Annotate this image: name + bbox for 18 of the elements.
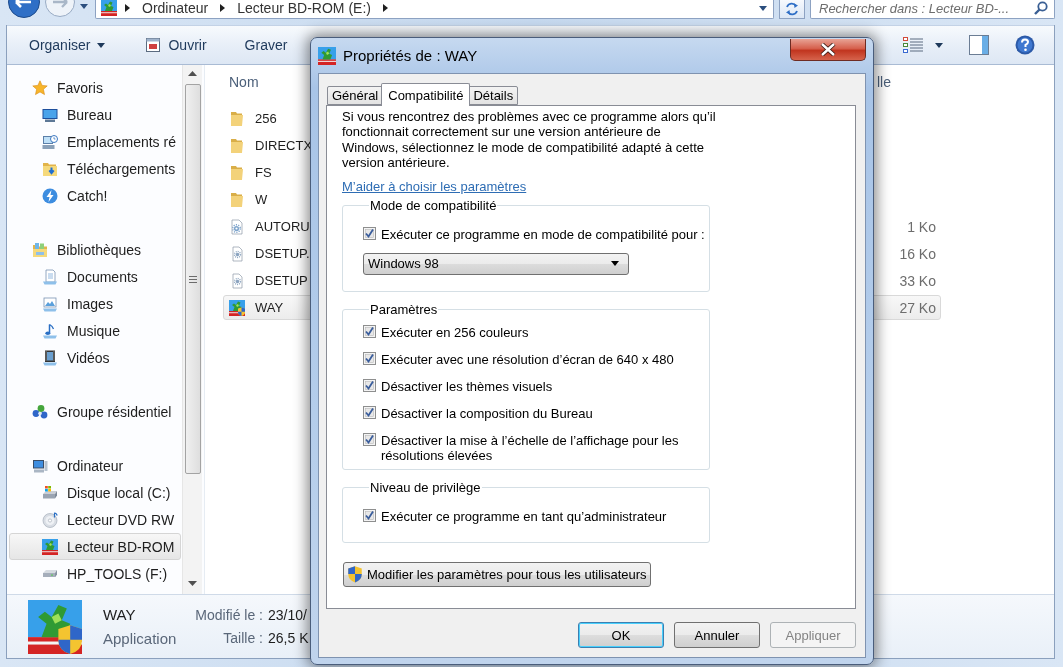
intro-text: Si vous rencontrez des problèmes avec ce programme alors qu’il fonctionnait correctement sur une version antérieure de Windows, sélectionnez le mode de compatibilité adapté à cette version antérieure. (342, 109, 717, 171)
property-value: 23/10/ (268, 607, 308, 623)
file-name: WAY (103, 606, 137, 623)
option-label: Désactiver la mise à l’échelle de l’affichage pour les résolutions élevées (381, 432, 680, 463)
option-label: Exécuter ce programme en tant qu’administrateur (381, 508, 667, 524)
group-title: Mode de compatibilité (369, 197, 498, 213)
option-label: Exécuter en 256 couleurs (381, 324, 529, 340)
file-type: Application (103, 630, 178, 647)
group-title: Niveau de privilège (369, 479, 482, 495)
property-value: 26,5 K (268, 630, 309, 646)
option-label: Désactiver les thèmes visuels (381, 378, 553, 394)
option-label: Exécuter avec une résolution d’écran de 640 x 480 (381, 351, 674, 367)
option-label: Désactiver la composition du Bureau (381, 405, 593, 421)
group-title: Paramètres (369, 301, 439, 317)
dialog-title: Propriétés de : WAY (343, 47, 478, 64)
option-label: Exécuter ce programme en mode de compatibilité pour : (381, 226, 705, 242)
property-label: Modifié le : (194, 607, 263, 623)
property-label: Taille : (222, 630, 263, 646)
